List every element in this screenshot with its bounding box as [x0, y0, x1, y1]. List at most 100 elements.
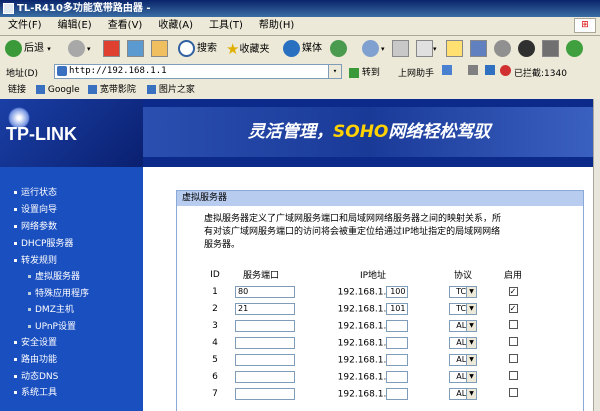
protocol-select[interactable]: ALL ▼	[449, 336, 477, 349]
history-button[interactable]	[330, 39, 349, 59]
brand-logo: TP-LINK	[6, 124, 77, 144]
enable-checkbox[interactable]	[508, 370, 518, 380]
discuss-button[interactable]	[446, 39, 463, 59]
ip-input[interactable]	[386, 319, 409, 332]
nav-network[interactable]: 网络参数	[14, 219, 57, 232]
ip-input[interactable]: 101	[386, 302, 409, 315]
ip-input[interactable]	[386, 370, 409, 383]
nav-routing[interactable]: 路由功能	[14, 352, 57, 365]
protocol-select[interactable]: TCP ▼	[449, 302, 477, 315]
link-google[interactable]: Google	[36, 82, 80, 99]
table-row: 3 192.168.1. ALL ▼	[195, 317, 533, 334]
menu-edit[interactable]: 编辑(E)	[50, 17, 100, 35]
email-icon[interactable]	[485, 65, 495, 75]
stop-button[interactable]	[103, 39, 120, 59]
protocol-select[interactable]: TCP ▼	[449, 285, 477, 298]
edit-button[interactable]: ▾	[416, 39, 437, 59]
enable-checkbox[interactable]	[508, 319, 518, 329]
eraser-icon[interactable]	[468, 65, 478, 75]
enable-checkbox[interactable]	[508, 387, 518, 397]
go-button[interactable]: 转到	[349, 65, 380, 78]
mail-button[interactable]: ▾	[362, 39, 385, 59]
ip-input[interactable]	[386, 387, 409, 400]
print-button[interactable]	[392, 39, 409, 59]
enable-checkbox[interactable]: ✓	[508, 286, 518, 296]
nav-virtual-server[interactable]: 虚拟服务器	[28, 269, 80, 282]
nav-dmz[interactable]: DMZ主机	[28, 302, 74, 315]
refresh-button[interactable]	[127, 39, 144, 59]
port-input[interactable]	[235, 336, 295, 349]
port-input[interactable]	[235, 319, 295, 332]
main-panel: 虚拟服务器 虚拟服务器定义了广域网服务端口和局域网网络服务器之间的映射关系，所 …	[143, 167, 593, 411]
nav-forwarding[interactable]: 转发规则	[14, 253, 57, 266]
port-input[interactable]	[235, 353, 295, 366]
address-input[interactable]: http://192.168.1.1 ▾	[54, 64, 342, 79]
msn-button[interactable]	[566, 39, 585, 59]
research-icon	[494, 39, 511, 57]
back-arrow-icon	[5, 39, 22, 57]
nav-system-tools[interactable]: 系统工具	[14, 385, 57, 398]
search-button[interactable]: 搜索	[178, 39, 217, 59]
chevron-down-icon: ▼	[466, 337, 476, 348]
forward-button[interactable]: ▾	[68, 39, 91, 59]
blocked-count[interactable]: 已拦截:1340	[514, 66, 567, 79]
star-icon: ★	[226, 40, 240, 58]
link-picture-home[interactable]: 图片之家	[147, 82, 195, 99]
page-content: TP-LINK 灵活管理，SOHO网络轻松驾驭 运行状态 设置向导 网络参数 D…	[0, 99, 593, 411]
tool-button[interactable]	[542, 39, 559, 59]
ip-input[interactable]	[386, 336, 409, 349]
menu-tools[interactable]: 工具(T)	[201, 17, 251, 35]
home-button[interactable]	[151, 39, 168, 59]
nav-ddns[interactable]: 动态DNS	[14, 369, 58, 382]
nav-status[interactable]: 运行状态	[14, 185, 57, 198]
messenger-button[interactable]	[470, 39, 487, 59]
qq-button[interactable]	[518, 39, 537, 59]
menu-view[interactable]: 查看(V)	[100, 17, 151, 35]
enable-checkbox[interactable]	[508, 353, 518, 363]
nav-wizard[interactable]: 设置向导	[14, 202, 57, 215]
nav-security[interactable]: 安全设置	[14, 335, 57, 348]
table-row: 5 192.168.1. ALL ▼	[195, 351, 533, 368]
research-button[interactable]	[494, 39, 513, 59]
port-input[interactable]	[235, 370, 295, 383]
page-icon	[147, 85, 156, 94]
protocol-select[interactable]: ALL ▼	[449, 353, 477, 366]
msn-icon	[566, 39, 583, 57]
ip-input[interactable]: 100	[386, 285, 409, 298]
chevron-down-icon: ▼	[466, 286, 476, 297]
address-dropdown-icon[interactable]: ▾	[328, 65, 341, 78]
media-globe-icon	[283, 39, 300, 57]
ip-input[interactable]	[386, 353, 409, 366]
menu-favorites[interactable]: 收藏(A)	[150, 17, 201, 35]
home-icon	[151, 39, 168, 57]
nav-dhcp[interactable]: DHCP服务器	[14, 236, 73, 249]
note-icon	[446, 39, 463, 57]
side-nav: 运行状态 设置向导 网络参数 DHCP服务器 转发规则 虚拟服务器 特殊应用程序…	[0, 167, 143, 411]
back-button[interactable]: 后退 ▾	[5, 39, 51, 59]
virtual-server-table: ID 服务端口 IP地址 协议 启用 1 80 192.168.1. 100 TC…	[195, 266, 533, 402]
link-broadband-cinema[interactable]: 宽带影院	[88, 82, 136, 99]
protocol-select[interactable]: ALL ▼	[449, 319, 477, 332]
vertical-scrollbar[interactable]	[593, 99, 600, 411]
port-input[interactable]	[235, 387, 295, 400]
nav-upnp[interactable]: UPnP设置	[28, 319, 76, 332]
history-icon	[330, 39, 347, 57]
menu-help[interactable]: 帮助(H)	[251, 17, 302, 35]
protocol-select[interactable]: ALL ▼	[449, 387, 477, 400]
panel-description: 虚拟服务器定义了广域网服务端口和局域网网络服务器之间的映射关系，所 有对该广域网…	[204, 214, 502, 250]
media-button[interactable]: 媒体	[283, 39, 322, 59]
nav-special-app[interactable]: 特殊应用程序	[28, 286, 89, 299]
helper-icon[interactable]	[442, 65, 452, 75]
enable-checkbox[interactable]: ✓	[508, 303, 518, 313]
menu-file[interactable]: 文件(F)	[0, 17, 50, 35]
toolbar: 后退 ▾ ▾ 搜索 ★收藏夹 媒体 ▾ ▾	[0, 36, 600, 63]
protocol-select[interactable]: ALL ▼	[449, 370, 477, 383]
online-help-button[interactable]: 上网助手	[398, 66, 434, 79]
forward-arrow-icon	[68, 39, 85, 57]
enable-checkbox[interactable]	[508, 336, 518, 346]
search-icon	[178, 39, 195, 57]
port-input[interactable]: 21	[235, 302, 295, 315]
favorites-button[interactable]: ★收藏夹	[226, 39, 269, 59]
virtual-server-panel: 虚拟服务器 虚拟服务器定义了广域网服务端口和局域网网络服务器之间的映射关系，所 …	[176, 190, 584, 411]
port-input[interactable]: 80	[235, 285, 295, 298]
